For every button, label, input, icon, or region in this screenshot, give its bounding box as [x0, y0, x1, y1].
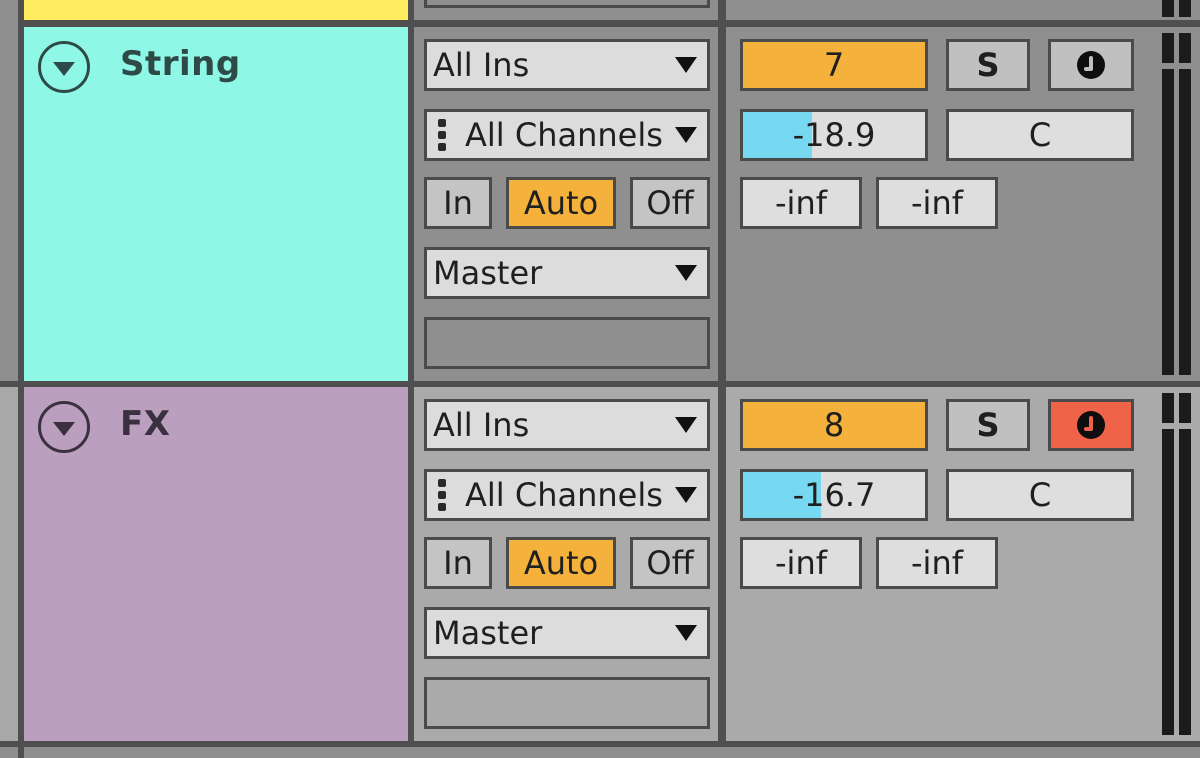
volume-value: -18.9: [792, 116, 876, 154]
monitor-in-button[interactable]: In: [424, 537, 492, 589]
meter-right-top: [1179, 393, 1191, 423]
volume-slider[interactable]: -18.9: [740, 109, 928, 161]
output-label: Master: [433, 614, 543, 652]
fold-toggle-icon[interactable]: [38, 401, 90, 453]
meter-left: [1162, 429, 1174, 735]
left-gutter-selected: [0, 387, 18, 741]
peak-left[interactable]: -inf: [740, 537, 862, 589]
left-gutter: [0, 0, 18, 381]
input-type-dropdown[interactable]: All Ins: [424, 39, 710, 91]
track-activator-button[interactable]: 8: [740, 399, 928, 451]
volume-value: -16.7: [792, 476, 876, 514]
meter-left-top: [1162, 393, 1174, 423]
mixer-panel: 8 S -16.7 C -inf -inf: [726, 387, 1200, 741]
dropdown-arrow-icon: [675, 265, 697, 281]
output-channel-slot[interactable]: [424, 317, 710, 369]
dropdown-arrow-icon: [675, 127, 697, 143]
routing-panel-previous: [414, 0, 718, 20]
track-activator-button[interactable]: 7: [740, 39, 928, 91]
arm-button[interactable]: [1048, 39, 1134, 91]
output-label: Master: [433, 254, 543, 292]
mixer-panel: 7 S -18.9 C -inf -inf: [726, 27, 1200, 381]
output-dropdown[interactable]: Master: [424, 247, 710, 299]
monitor-off-button[interactable]: Off: [630, 537, 710, 589]
peak-right[interactable]: -inf: [876, 177, 998, 229]
peak-right[interactable]: -inf: [876, 537, 998, 589]
dropdown-arrow-icon: [675, 487, 697, 503]
meter-right: [1179, 0, 1191, 17]
dropdown-arrow-icon: [675, 625, 697, 641]
track-color-header-previous[interactable]: [24, 0, 408, 20]
solo-button[interactable]: S: [946, 399, 1030, 451]
input-channel-label: All Channels: [465, 116, 663, 154]
meter-left: [1162, 0, 1174, 17]
pan-control[interactable]: C: [946, 469, 1134, 521]
input-type-label: All Ins: [433, 406, 530, 444]
input-channel-dropdown[interactable]: All Channels: [424, 469, 710, 521]
mixer-panel-previous: [726, 0, 1200, 20]
track-header[interactable]: FX: [24, 387, 408, 741]
track-name[interactable]: String: [120, 44, 241, 84]
dropdown-arrow-icon: [675, 57, 697, 73]
peak-left[interactable]: -inf: [740, 177, 862, 229]
monitor-auto-button[interactable]: Auto: [506, 177, 616, 229]
meter-left: [1162, 69, 1174, 375]
input-type-label: All Ins: [433, 46, 530, 84]
monitor-auto-button[interactable]: Auto: [506, 537, 616, 589]
routing-panel: All Ins All Channels In Auto Off Master: [414, 387, 718, 741]
track-name[interactable]: FX: [120, 404, 170, 444]
left-gutter-bottom: [0, 747, 18, 758]
meter-right: [1179, 429, 1191, 735]
channel-icon: [437, 479, 447, 511]
track-header[interactable]: String: [24, 27, 408, 381]
meter-right: [1179, 69, 1191, 375]
meter-left-top: [1162, 33, 1174, 63]
routing-panel: All Ins All Channels In Auto Off Master: [414, 27, 718, 381]
fold-toggle-icon[interactable]: [38, 41, 90, 93]
output-channel-slot[interactable]: [424, 677, 710, 729]
arm-icon: [1077, 51, 1105, 79]
channel-icon: [437, 119, 447, 151]
volume-slider[interactable]: -16.7: [740, 469, 928, 521]
arm-icon: [1077, 411, 1105, 439]
meter-right-top: [1179, 33, 1191, 63]
input-channel-dropdown[interactable]: All Channels: [424, 109, 710, 161]
dropdown-arrow-icon: [675, 417, 697, 433]
output-dropdown[interactable]: Master: [424, 607, 710, 659]
arm-button[interactable]: [1048, 399, 1134, 451]
monitor-in-button[interactable]: In: [424, 177, 492, 229]
monitor-off-button[interactable]: Off: [630, 177, 710, 229]
solo-button[interactable]: S: [946, 39, 1030, 91]
input-channel-label: All Channels: [465, 476, 663, 514]
input-type-dropdown[interactable]: All Ins: [424, 399, 710, 451]
bottom-strip: [24, 747, 1200, 758]
pan-control[interactable]: C: [946, 109, 1134, 161]
routing-empty-slot: [424, 0, 710, 8]
